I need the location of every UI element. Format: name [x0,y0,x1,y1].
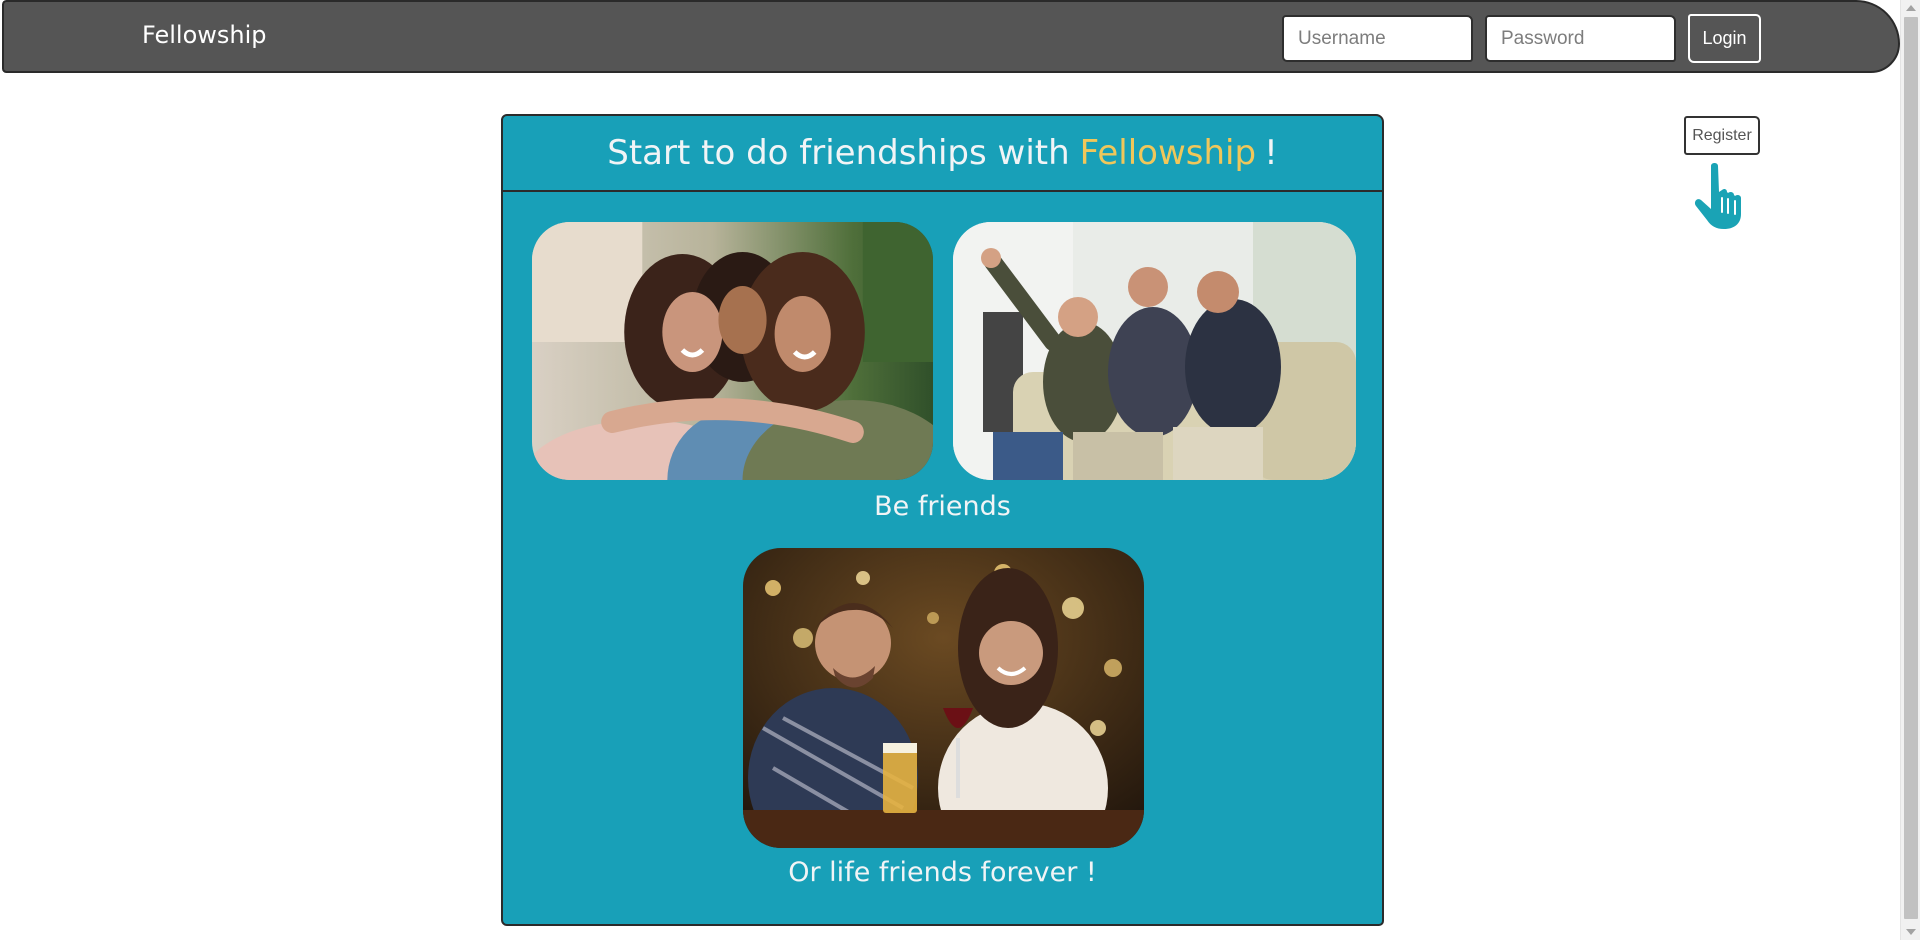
brand-logo-text[interactable]: Fellowship [142,21,267,49]
scroll-down-arrow-icon[interactable] [1906,929,1916,935]
promo-card: Start to do friendships with Fellowship … [501,114,1384,926]
card-title-suffix: ! [1264,133,1278,173]
page-scrollbar[interactable] [1900,0,1920,940]
password-input[interactable] [1485,15,1676,62]
card-title-prefix: Start to do friendships with [607,133,1070,173]
caption-life-friends: Or life friends forever ! [788,857,1097,888]
username-input[interactable] [1282,15,1473,62]
card-header: Start to do friendships with Fellowship … [503,116,1382,192]
login-button[interactable]: Login [1688,14,1761,63]
scroll-up-arrow-icon[interactable] [1906,5,1916,11]
card-title-brand: Fellowship [1079,133,1257,173]
scroll-thumb[interactable] [1904,17,1918,919]
photo-men-cheering [953,222,1356,480]
register-button[interactable]: Register [1684,116,1760,155]
photo-couple-at-bar [743,548,1144,848]
caption-be-friends: Be friends [874,491,1011,522]
top-navbar: Fellowship Login [2,0,1900,73]
hand-pointer-icon [1691,162,1755,230]
photo-women-friends [532,222,933,480]
